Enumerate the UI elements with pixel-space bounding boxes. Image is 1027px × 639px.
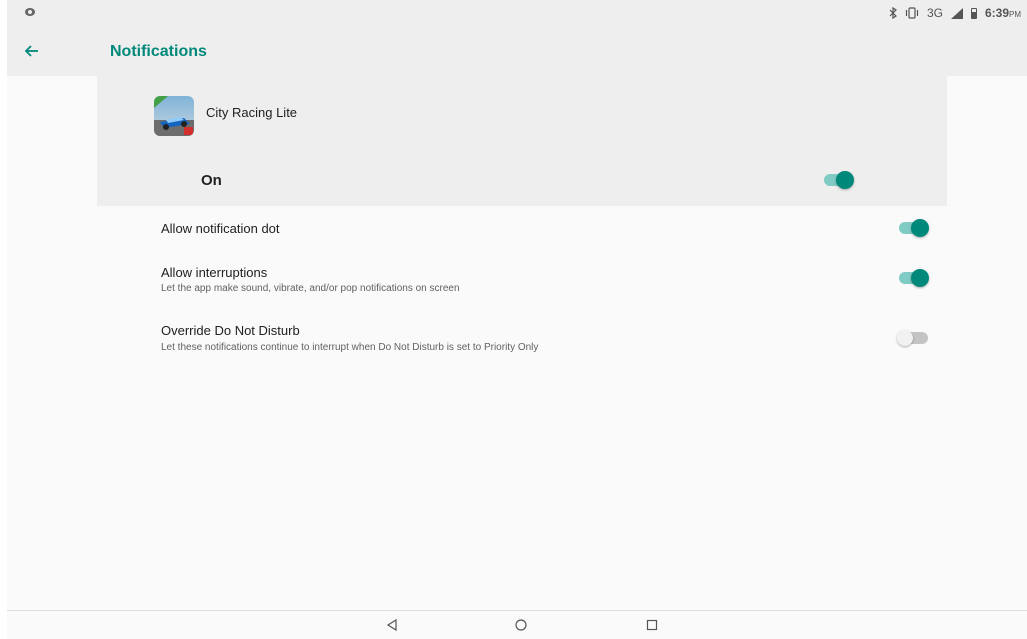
toggle-thumb — [836, 171, 854, 189]
bluetooth-icon — [889, 7, 897, 19]
setting-title: Allow interruptions — [161, 265, 268, 280]
toggle-thumb — [897, 330, 913, 346]
navigation-bar — [7, 611, 1027, 639]
home-circle-icon — [515, 619, 527, 631]
back-button[interactable] — [19, 38, 45, 64]
clock-time: 6:39 — [984, 6, 1009, 20]
screen: 3G 6:39PM Notifications City Racing Lite… — [7, 0, 1027, 639]
setting-summary: Let these notifications continue to inte… — [161, 342, 539, 353]
master-notifications-toggle[interactable] — [821, 170, 855, 190]
status-icons: 3G 6:39PM — [889, 5, 1021, 21]
setting-override-do-not-disturb[interactable]: Override Do Not Disturb Let these notifi… — [97, 315, 947, 365]
setting-summary: Let the app make sound, vibrate, and/or … — [161, 283, 460, 294]
city-racing-app-icon — [154, 96, 194, 136]
page-title: Notifications — [110, 43, 207, 60]
app-bar: Notifications — [7, 26, 1027, 76]
notification-dot-toggle[interactable] — [896, 218, 930, 238]
arrow-back-icon — [24, 45, 38, 57]
clock: 6:39PM — [985, 6, 1021, 20]
setting-title: Override Do Not Disturb — [161, 323, 300, 338]
clock-period: PM — [1009, 10, 1021, 19]
master-toggle-label: On — [201, 172, 222, 189]
recents-square-icon — [646, 619, 658, 631]
status-bar: 3G 6:39PM — [7, 0, 1027, 26]
toggle-thumb — [911, 219, 929, 237]
setting-allow-interruptions[interactable]: Allow interruptions Let the app make sou… — [97, 256, 947, 306]
vibrate-icon — [905, 7, 919, 19]
app-name: City Racing Lite — [206, 105, 298, 120]
notification-eye-icon — [25, 8, 35, 16]
network-type-label: 3G — [926, 6, 943, 20]
nav-back-button[interactable] — [385, 618, 399, 632]
app-header-card: City Racing Lite On — [97, 76, 947, 206]
override-dnd-toggle[interactable] — [897, 328, 931, 348]
nav-home-button[interactable] — [514, 618, 528, 632]
back-triangle-icon — [386, 618, 397, 632]
interruptions-toggle[interactable] — [896, 268, 930, 288]
nav-recents-button[interactable] — [645, 618, 659, 632]
signal-strength-icon — [950, 7, 963, 19]
toggle-thumb — [911, 269, 929, 287]
setting-title: Allow notification dot — [161, 221, 280, 236]
battery-icon — [970, 7, 977, 19]
setting-allow-notification-dot[interactable]: Allow notification dot — [97, 206, 947, 250]
